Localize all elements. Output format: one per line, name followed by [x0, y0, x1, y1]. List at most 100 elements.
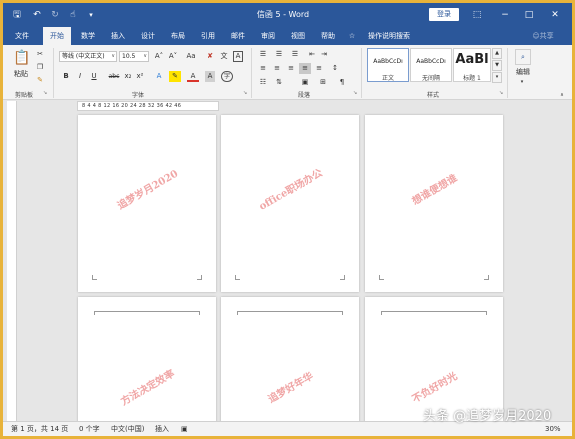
word-count[interactable]: 0 个字 [79, 424, 100, 435]
increase-indent-icon[interactable]: ⇥ [319, 49, 329, 60]
clear-format-icon[interactable]: ✘ [205, 51, 215, 62]
close-icon[interactable]: ✕ [547, 7, 563, 23]
tell-me-search[interactable]: 操作说明搜索 [361, 27, 417, 45]
tab-file[interactable]: 文件 [9, 27, 35, 45]
customize-icon[interactable]: ▾ [85, 9, 97, 21]
tab-mailings[interactable]: 邮件 [225, 27, 251, 45]
styles-down-icon[interactable]: ▼ [492, 60, 502, 71]
style-name: 标题 1 [463, 75, 481, 82]
font-name-combo[interactable]: 等线 (中文正文) ∨ [59, 51, 117, 62]
text-effects-icon[interactable]: A [153, 71, 165, 82]
page-5[interactable]: 追梦好年华 [221, 297, 359, 427]
font-group-label: 字体 [131, 92, 144, 99]
lightbulb-icon[interactable]: ☆ [347, 27, 357, 45]
grow-font-button[interactable]: A˄ [153, 51, 165, 62]
minimize-icon[interactable]: − [497, 7, 513, 23]
language-status[interactable]: 中文(中国) [111, 424, 144, 435]
tab-home[interactable]: 开始 [43, 27, 71, 45]
ribbon-display-icon[interactable]: ⬚ [469, 7, 485, 23]
align-right-icon[interactable]: ≡ [285, 63, 297, 74]
restore-icon[interactable]: □ [521, 7, 537, 23]
tab-math[interactable]: 数学 [75, 27, 101, 45]
highlight-icon[interactable]: ✎ [169, 71, 181, 82]
tab-insert[interactable]: 插入 [105, 27, 131, 45]
distributed-icon[interactable]: ≡ [313, 63, 325, 74]
tab-review[interactable]: 审阅 [255, 27, 281, 45]
subscript-button[interactable]: x₂ [123, 71, 133, 82]
char-shading-icon[interactable]: A [205, 71, 215, 82]
bullets-icon[interactable]: ☰ [257, 49, 269, 60]
align-center-icon[interactable]: ≡ [271, 63, 283, 74]
styles-more-icon[interactable]: ▾ [492, 72, 502, 83]
tab-help[interactable]: 帮助 [315, 27, 341, 45]
font-size-combo[interactable]: 10.5 ∨ [119, 51, 149, 62]
style-heading-1[interactable]: AaBl 标题 1 [453, 48, 491, 82]
multilevel-list-icon[interactable]: ☰ [289, 49, 301, 60]
shrink-font-button[interactable]: A˅ [167, 51, 179, 62]
show-marks-icon[interactable]: ¶ [337, 77, 347, 88]
sort-icon[interactable]: ⇅ [273, 77, 285, 88]
styles-up-icon[interactable]: ▲ [492, 48, 502, 59]
decrease-indent-icon[interactable]: ⇤ [307, 49, 317, 60]
borders-icon[interactable]: ⊞ [317, 77, 329, 88]
share-label: 共享 [539, 32, 554, 40]
find-icon[interactable]: ⌕ [515, 49, 531, 65]
enclose-char-icon[interactable]: 字 [221, 71, 233, 82]
style-no-spacing[interactable]: AaBbCcDı 无间隔 [410, 48, 452, 82]
page-4[interactable]: 方法决定效率 [78, 297, 216, 427]
superscript-button[interactable]: x² [135, 71, 145, 82]
char-border-button[interactable]: A [233, 51, 243, 62]
clipboard-launcher-icon[interactable]: ↘ [43, 90, 47, 96]
underline-button[interactable]: U [89, 71, 99, 82]
shading-icon[interactable]: ▣ [299, 77, 311, 88]
touch-mode-icon[interactable]: ☝ [67, 9, 79, 21]
style-normal[interactable]: AaBbCcDı 正文 [367, 48, 409, 82]
paragraph-launcher-icon[interactable]: ↘ [353, 90, 357, 96]
tab-layout[interactable]: 布局 [165, 27, 191, 45]
tab-references[interactable]: 引用 [195, 27, 221, 45]
font-launcher-icon[interactable]: ↘ [243, 90, 247, 96]
styles-launcher-icon[interactable]: ↘ [499, 90, 503, 96]
insert-mode[interactable]: 插入 [155, 424, 169, 435]
horizontal-ruler[interactable]: 8 4 4 8 12 16 20 24 28 32 36 42 46 [77, 101, 219, 111]
document-title: 信函 5 - Word [256, 10, 310, 19]
zoom-level[interactable]: 30% [545, 424, 561, 435]
redo-icon[interactable]: ↻ [49, 9, 61, 21]
cut-icon[interactable]: ✂ [35, 49, 45, 60]
crop-mark [235, 275, 240, 280]
page-watermark: 追梦岁月2020 [115, 168, 181, 212]
numbering-icon[interactable]: ☰ [273, 49, 285, 60]
strikethrough-button[interactable]: abc [107, 71, 121, 82]
save-icon[interactable]: 🖫 [11, 9, 23, 21]
tab-design[interactable]: 设计 [135, 27, 161, 45]
collapse-ribbon-icon[interactable]: ∧ [558, 90, 566, 101]
page-1[interactable]: 追梦岁月2020 [78, 115, 216, 292]
format-painter-icon[interactable]: ✎ [35, 75, 45, 86]
phonetic-guide-button[interactable]: 文 [219, 51, 229, 62]
chevron-down-icon[interactable]: ▾ [517, 77, 527, 88]
justify-icon[interactable]: ≡ [299, 63, 311, 74]
share-button[interactable]: ☺共享 [527, 27, 559, 45]
vertical-ruler[interactable] [7, 101, 17, 421]
paste-button[interactable]: 粘贴 [11, 69, 31, 80]
login-button[interactable]: 登录 [429, 8, 459, 21]
change-case-button[interactable]: Aa [183, 51, 199, 62]
chinese-layout-icon[interactable]: ☷ [257, 77, 269, 88]
tab-view[interactable]: 视图 [285, 27, 311, 45]
line-spacing-icon[interactable]: ↕ [329, 63, 341, 74]
crop-mark [379, 275, 384, 280]
macro-record-icon[interactable]: ▣ [181, 424, 188, 435]
page-2[interactable]: office职场办公 [221, 115, 359, 292]
style-preview: AaBl [455, 52, 489, 67]
undo-icon[interactable]: ↶ [31, 9, 43, 21]
copy-icon[interactable]: ❐ [35, 62, 45, 73]
paste-icon[interactable]: 📋 [13, 49, 30, 67]
chevron-down-icon: ∨ [143, 53, 147, 59]
font-color-icon[interactable]: A [187, 71, 199, 82]
page-count[interactable]: 第 1 页，共 14 页 [11, 424, 68, 435]
bold-button[interactable]: B [61, 71, 71, 82]
style-preview: AaBbCcDı [416, 58, 446, 65]
align-left-icon[interactable]: ≡ [257, 63, 269, 74]
page-3[interactable]: 想谁便想谁 [365, 115, 503, 292]
italic-button[interactable]: I [75, 71, 85, 82]
